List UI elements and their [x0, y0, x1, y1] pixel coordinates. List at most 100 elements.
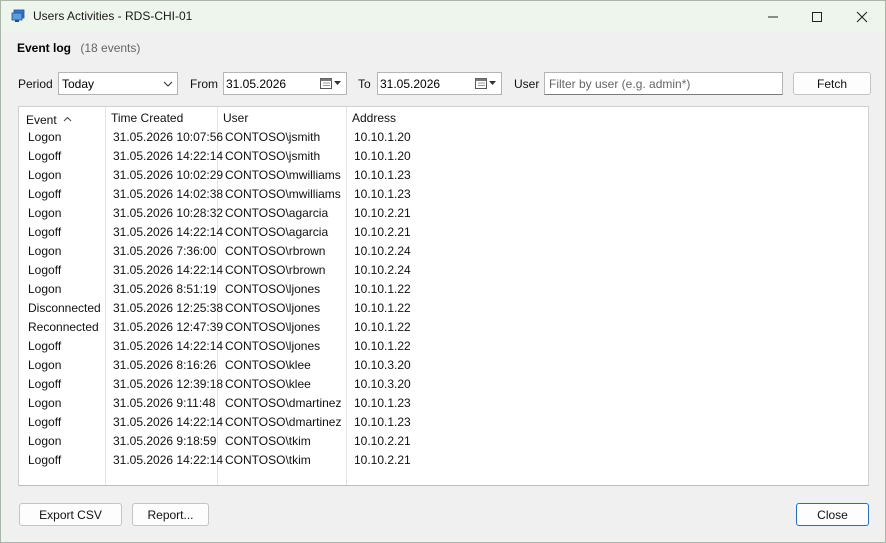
cell-time-created: 31.05.2026 12:25:38 — [113, 301, 224, 315]
close-button[interactable]: Close — [796, 503, 869, 526]
table-row[interactable]: Disconnected 31.05.2026 12:25:38 CONTOSO\l… — [19, 298, 868, 317]
cell-address: 10.10.1.23 — [354, 396, 411, 410]
table-row[interactable]: Logoff 31.05.2026 12:39:18 CONTOSO\klee 10.… — [19, 374, 868, 393]
cell-time-created: 31.05.2026 14:02:38 — [113, 187, 224, 201]
cell-user: CONTOSO\klee — [225, 377, 311, 391]
cell-user: CONTOSO\agarcia — [225, 206, 329, 220]
minimize-button[interactable] — [750, 1, 796, 32]
table-row[interactable]: Logon 31.05.2026 7:36:00 CONTOSO\rbrown 10.… — [19, 241, 868, 260]
cell-time-created: 31.05.2026 10:07:56 — [113, 130, 224, 144]
table-row[interactable]: Reconnected 31.05.2026 12:47:39 CONTOSO\lj… — [19, 317, 868, 336]
to-date-picker[interactable]: 31.05.2026 — [377, 72, 502, 95]
cell-address: 10.10.1.22 — [354, 282, 411, 296]
cell-event: Logon — [28, 130, 62, 144]
export-csv-button[interactable]: Export CSV — [19, 503, 122, 526]
to-date-value: 31.05.2026 — [380, 77, 441, 91]
table-row[interactable]: Logoff 31.05.2026 14:22:14 CONTOSO\dmartin… — [19, 412, 868, 431]
cell-event: Logoff — [28, 187, 62, 201]
table-body: Logon 31.05.2026 10:07:56 CONTOSO\jsmith 10… — [19, 127, 868, 469]
close-window-button[interactable] — [839, 1, 885, 32]
cell-address: 10.10.2.21 — [354, 206, 411, 220]
column-header-time-created[interactable]: Time Created — [111, 111, 183, 125]
cell-address: 10.10.2.21 — [354, 225, 411, 239]
cell-event: Reconnected — [28, 320, 99, 334]
cell-event: Disconnected — [28, 301, 101, 315]
table-row[interactable]: Logoff 31.05.2026 14:22:14 CONTOSO\ljones 1… — [19, 336, 868, 355]
cell-time-created: 31.05.2026 8:16:26 — [113, 358, 217, 372]
cell-user: CONTOSO\agarcia — [225, 225, 329, 239]
table-row[interactable]: Logoff 31.05.2026 14:22:14 CONTOSO\agarcia… — [19, 222, 868, 241]
table-row[interactable]: Logon 31.05.2026 8:51:19 CONTOSO\ljones 10.… — [19, 279, 868, 298]
cell-user: CONTOSO\ljones — [225, 301, 321, 315]
report-button[interactable]: Report... — [132, 503, 209, 526]
chevron-down-icon — [163, 78, 173, 92]
table-row[interactable]: Logoff 31.05.2026 14:02:38 CONTOSO\mwillia… — [19, 184, 868, 203]
cell-time-created: 31.05.2026 9:18:59 — [113, 434, 217, 448]
events-table[interactable]: Event Time Created User Address Logon 31.… — [18, 106, 869, 486]
event-count: (18 events) — [80, 41, 141, 55]
column-header-event[interactable]: Event — [26, 111, 72, 127]
cell-time-created: 31.05.2026 12:47:39 — [113, 320, 224, 334]
table-row[interactable]: Logon 31.05.2026 10:07:56 CONTOSO\jsmith 10… — [19, 127, 868, 146]
cell-time-created: 31.05.2026 7:36:00 — [113, 244, 217, 258]
cell-time-created: 31.05.2026 8:51:19 — [113, 282, 217, 296]
table-row[interactable]: Logon 31.05.2026 9:18:59 CONTOSO\tkim 10.10… — [19, 431, 868, 450]
cell-user: CONTOSO\ljones — [225, 339, 321, 353]
cell-address: 10.10.3.20 — [354, 358, 411, 372]
cell-event: Logon — [28, 396, 62, 410]
table-header: Event Time Created User Address — [19, 107, 868, 127]
cell-address: 10.10.2.21 — [354, 453, 411, 467]
minimize-icon — [768, 16, 778, 17]
fetch-button[interactable]: Fetch — [793, 72, 871, 95]
cell-user: CONTOSO\ljones — [225, 320, 321, 334]
calendar-icon[interactable] — [475, 77, 497, 90]
cell-user: CONTOSO\rbrown — [225, 263, 326, 277]
cell-event: Logoff — [28, 149, 62, 163]
table-row[interactable]: Logoff 31.05.2026 14:22:14 CONTOSO\rbrown 1… — [19, 260, 868, 279]
cell-time-created: 31.05.2026 14:22:14 — [113, 225, 224, 239]
cell-address: 10.10.1.23 — [354, 415, 411, 429]
cell-time-created: 31.05.2026 12:39:18 — [113, 377, 224, 391]
cell-event: Logon — [28, 358, 62, 372]
cell-time-created: 31.05.2026 14:22:14 — [113, 453, 224, 467]
cell-address: 10.10.1.22 — [354, 301, 411, 315]
cell-event: Logon — [28, 282, 62, 296]
cell-address: 10.10.2.21 — [354, 434, 411, 448]
users-activities-window: Users Activities - RDS-CHI-01 Event log … — [0, 0, 886, 543]
cell-user: CONTOSO\klee — [225, 358, 311, 372]
cell-event: Logoff — [28, 263, 62, 277]
title-bar[interactable]: Users Activities - RDS-CHI-01 — [1, 1, 885, 32]
table-row[interactable]: Logoff 31.05.2026 14:22:14 CONTOSO\tkim 10.… — [19, 450, 868, 469]
column-header-address[interactable]: Address — [352, 111, 396, 125]
from-date-picker[interactable]: 31.05.2026 — [223, 72, 347, 95]
app-monitor-icon — [11, 9, 25, 23]
cell-address: 10.10.1.22 — [354, 320, 411, 334]
user-filter-input[interactable] — [544, 72, 783, 95]
event-log-header: Event log (18 events) — [17, 41, 140, 55]
cell-time-created: 31.05.2026 9:11:48 — [113, 396, 216, 410]
cell-address: 10.10.1.23 — [354, 168, 411, 182]
calendar-icon[interactable] — [320, 77, 342, 90]
from-date-value: 31.05.2026 — [226, 77, 287, 91]
cell-event: Logoff — [28, 225, 62, 239]
table-row[interactable]: Logon 31.05.2026 9:11:48 CONTOSO\dmartinez… — [19, 393, 868, 412]
cell-user: CONTOSO\jsmith — [225, 130, 321, 144]
cell-user: CONTOSO\mwilliams — [225, 187, 341, 201]
table-row[interactable]: Logon 31.05.2026 10:28:32 CONTOSO\agarcia 1… — [19, 203, 868, 222]
close-icon — [856, 11, 868, 22]
maximize-button[interactable] — [794, 1, 840, 32]
table-row[interactable]: Logon 31.05.2026 8:16:26 CONTOSO\klee 10.10… — [19, 355, 868, 374]
cell-address: 10.10.2.24 — [354, 244, 411, 258]
from-label: From — [190, 77, 218, 91]
cell-event: Logon — [28, 244, 62, 258]
cell-user: CONTOSO\ljones — [225, 282, 321, 296]
period-select[interactable]: Today — [58, 72, 178, 95]
cell-user: CONTOSO\dmartinez — [225, 396, 342, 410]
maximize-icon — [812, 11, 822, 22]
column-header-user[interactable]: User — [223, 111, 248, 125]
cell-address: 10.10.2.24 — [354, 263, 411, 277]
table-row[interactable]: Logoff 31.05.2026 14:22:14 CONTOSO\jsmith 1… — [19, 146, 868, 165]
cell-address: 10.10.1.22 — [354, 339, 411, 353]
cell-user: CONTOSO\mwilliams — [225, 168, 341, 182]
table-row[interactable]: Logon 31.05.2026 10:02:29 CONTOSO\mwilliam… — [19, 165, 868, 184]
